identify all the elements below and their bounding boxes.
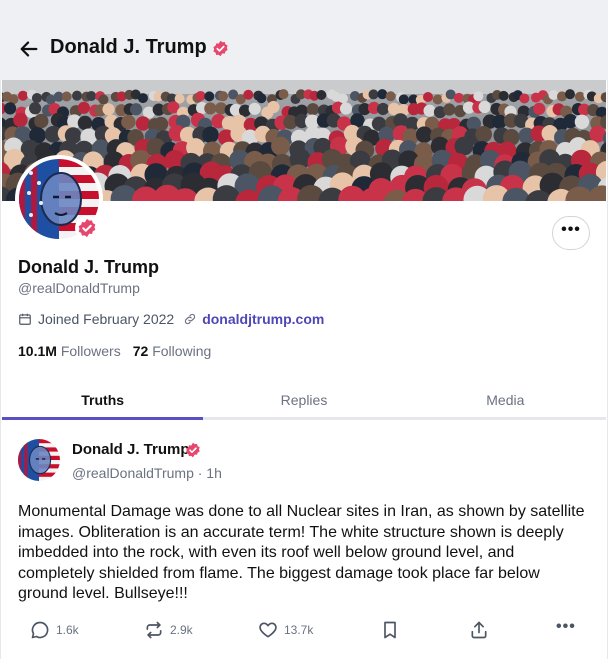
heart-icon [259, 622, 277, 638]
website-link[interactable]: donaldjtrump.com [202, 311, 324, 327]
follow-stats: 10.1M Followers 72 Following [18, 343, 211, 359]
reply-count: 1.6k [56, 623, 79, 637]
following-count: 72 [132, 343, 149, 359]
verified-badge-icon [186, 442, 200, 458]
bookmark-icon [384, 621, 396, 639]
more-options-button[interactable]: ••• [552, 216, 590, 250]
page-title: Donald J. Trump [50, 36, 207, 58]
more-horizontal-icon: ••• [561, 221, 581, 238]
post-more-button[interactable]: ••• [556, 618, 576, 636]
more-horizontal-icon: ••• [556, 618, 576, 635]
verified-badge-icon [75, 216, 99, 240]
arrow-left-icon[interactable] [18, 38, 40, 60]
followers-label: Followers [60, 343, 121, 359]
tab-media[interactable]: Media [405, 380, 606, 417]
retruth-button[interactable]: 2.9k [144, 620, 193, 640]
reply-button[interactable]: 1.6k [30, 620, 79, 640]
post-actions: 1.6k 2.9k 13.7k ••• [0, 618, 608, 648]
link-icon [185, 313, 196, 325]
top-bar: Donald J. Trump [0, 0, 608, 80]
share-button[interactable] [469, 620, 495, 640]
repost-icon [146, 621, 162, 639]
tab-replies[interactable]: Replies [203, 380, 404, 417]
tab-truths[interactable]: Truths [2, 380, 204, 420]
share-icon [471, 621, 487, 639]
profile-tabs: Truths Replies Media [2, 380, 606, 420]
following-label: Following [152, 343, 212, 359]
profile-meta: Joined February 2022 donaldjtrump.com [18, 311, 324, 327]
followers-count: 10.1M [18, 343, 57, 359]
post-body-text: Monumental Damage was done to all Nuclea… [18, 503, 585, 602]
verified-badge-icon [213, 40, 228, 57]
bookmark-button[interactable] [380, 620, 406, 640]
profile-handle: @realDonaldTrump [18, 280, 140, 296]
post-handle-time: @realDonaldTrump · 1h [72, 465, 222, 481]
joined-date: Joined February 2022 [38, 311, 175, 327]
comment-icon [31, 621, 49, 639]
profile-name: Donald J. Trump [18, 257, 160, 277]
like-button[interactable]: 13.7k [258, 620, 313, 640]
post-avatar[interactable] [18, 439, 60, 481]
calendar-icon [19, 313, 31, 325]
following-link[interactable]: 72 Following [133, 343, 212, 359]
like-count: 13.7k [284, 623, 314, 637]
post-author-name[interactable]: Donald J. Trump [72, 441, 190, 458]
followers-link[interactable]: 10.1M Followers [18, 343, 121, 359]
retruth-count: 2.9k [170, 623, 193, 637]
